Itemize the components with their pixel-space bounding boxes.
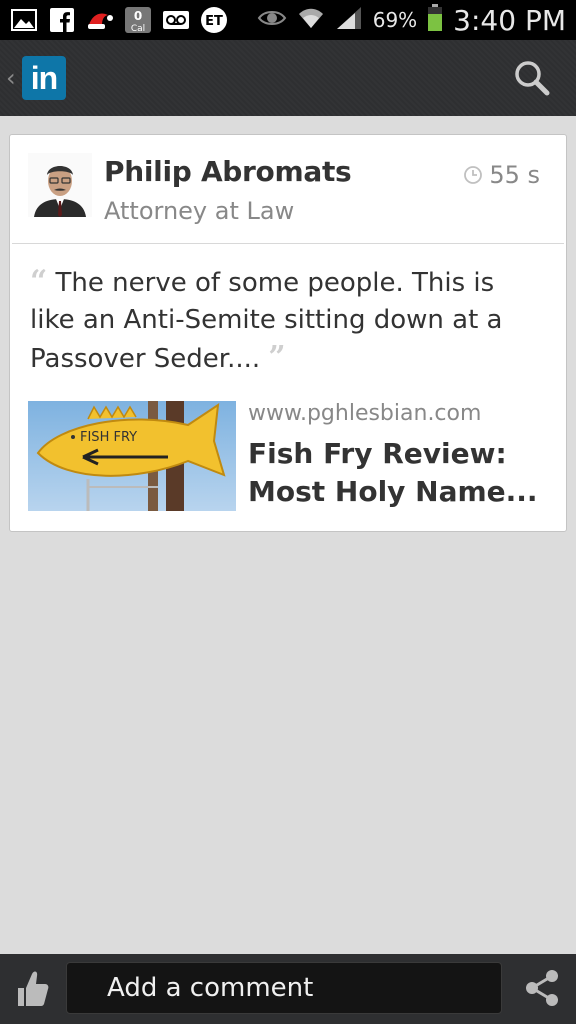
clock-icon bbox=[464, 166, 483, 184]
app-bar: ‹ in bbox=[0, 40, 576, 116]
comment-placeholder: Add a comment bbox=[107, 973, 314, 1003]
search-icon bbox=[515, 61, 550, 96]
divider bbox=[12, 243, 564, 244]
linkedin-logo[interactable]: in bbox=[22, 56, 66, 100]
author-name[interactable]: Philip Abromats bbox=[104, 155, 352, 188]
link-thumbnail[interactable]: FISH FRY bbox=[28, 401, 236, 511]
search-button[interactable] bbox=[512, 58, 552, 98]
post-text: “ The nerve of some people. This is like… bbox=[30, 263, 530, 378]
post-age-text: 55 s bbox=[489, 161, 540, 189]
link-title-line-2: Most Holy Name... bbox=[248, 475, 538, 508]
comment-input[interactable]: Add a comment bbox=[66, 962, 502, 1014]
status-bar: 0 Cal ET 69% 3:40 PM bbox=[0, 0, 576, 40]
battery-icon bbox=[427, 4, 443, 36]
bottom-bar: Add a comment bbox=[0, 954, 576, 1024]
close-quote-icon: ” bbox=[268, 340, 286, 375]
like-button[interactable] bbox=[14, 968, 50, 1008]
calendar-icon: 0 Cal bbox=[124, 6, 152, 34]
voicemail-icon bbox=[162, 6, 190, 34]
clock: 3:40 PM bbox=[453, 3, 566, 37]
et-icon: ET bbox=[200, 6, 228, 34]
system-icons: 69% 3:40 PM bbox=[257, 0, 566, 40]
santa-hat-icon bbox=[86, 6, 114, 34]
post-text-body: The nerve of some people. This is like a… bbox=[30, 268, 503, 374]
author-headline: Attorney at Law bbox=[104, 197, 295, 225]
notification-icons: 0 Cal ET bbox=[10, 6, 228, 34]
signal-icon bbox=[335, 6, 363, 34]
link-title[interactable]: Fish Fry Review: Most Holy Name... bbox=[248, 435, 548, 511]
calendar-badge: 0 bbox=[134, 9, 142, 23]
link-domain[interactable]: www.pghlesbian.com bbox=[248, 401, 481, 426]
post-card: Philip Abromats Attorney at Law 55 s “ T… bbox=[9, 134, 567, 532]
thumbs-up-icon bbox=[18, 971, 49, 1006]
open-quote-icon: “ bbox=[30, 264, 48, 299]
facebook-icon bbox=[48, 6, 76, 34]
calendar-label: Cal bbox=[131, 24, 145, 34]
et-label: ET bbox=[205, 14, 223, 29]
wifi-icon bbox=[297, 6, 325, 34]
thumbnail-sign-text: FISH FRY bbox=[80, 430, 137, 445]
gallery-icon bbox=[10, 6, 38, 34]
back-chevron-icon[interactable]: ‹ bbox=[6, 64, 16, 92]
post-age: 55 s bbox=[463, 161, 540, 189]
link-title-line-1: Fish Fry Review: bbox=[248, 437, 507, 470]
share-button[interactable] bbox=[522, 968, 562, 1008]
smart-stay-eye-icon bbox=[257, 8, 287, 32]
avatar[interactable] bbox=[28, 153, 92, 217]
battery-percent: 69% bbox=[372, 8, 418, 32]
share-icon bbox=[526, 970, 558, 1006]
